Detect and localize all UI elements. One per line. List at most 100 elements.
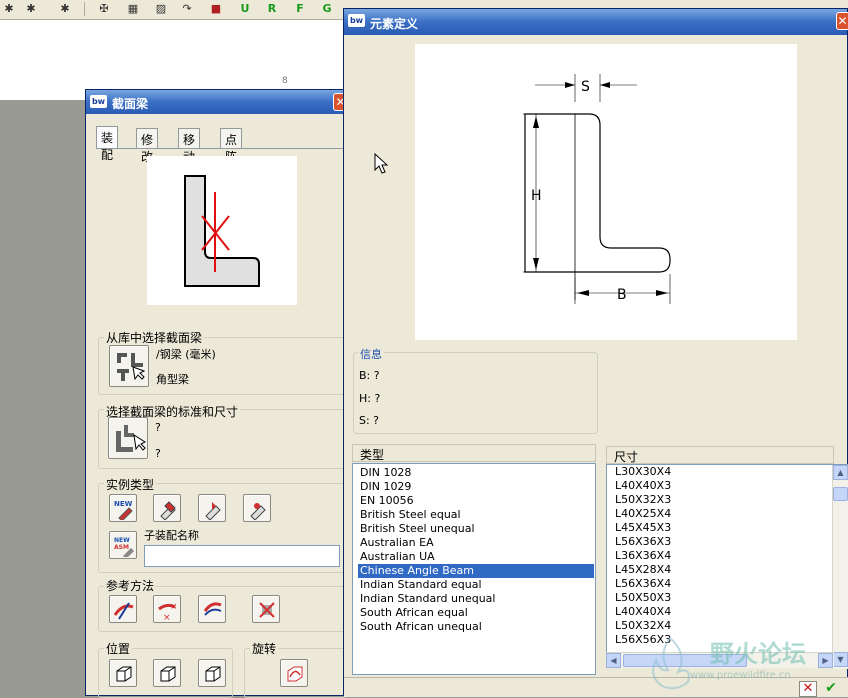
size-list-header[interactable]: 尺寸 bbox=[606, 446, 834, 464]
app-logo-icon: bw bbox=[348, 14, 365, 27]
standard-value: ? bbox=[155, 421, 161, 434]
app-logo-icon: bw bbox=[90, 95, 107, 108]
tab-point-array[interactable]: 点阵列 bbox=[220, 128, 243, 181]
list-item[interactable]: Indian Standard equal bbox=[358, 578, 594, 592]
angle-beam-preview-icon bbox=[184, 175, 260, 287]
list-item[interactable]: L30X30X4 bbox=[615, 465, 671, 479]
element-window-titlebar[interactable]: bw 元素定义 ✕ bbox=[344, 9, 848, 35]
instance-link-button[interactable] bbox=[243, 494, 271, 522]
list-item[interactable]: L45X45X3 bbox=[615, 521, 671, 535]
list-item-selected[interactable]: Chinese Angle Beam bbox=[358, 564, 594, 578]
two-point-reference-icon: × × bbox=[158, 602, 178, 621]
element-definition-window: bw 元素定义 ✕ S H B 信息 B: ? H: ? S: ? 类型 DIN… bbox=[343, 8, 848, 697]
toolbar-tool-icon[interactable]: ▨ bbox=[152, 1, 170, 17]
scroll-left-icon[interactable]: ◀ bbox=[606, 653, 621, 668]
list-item[interactable]: L45X28X4 bbox=[615, 563, 671, 577]
new-instance-button[interactable]: NEW bbox=[109, 494, 137, 522]
library-group-title: 从库中选择截面梁 bbox=[104, 329, 205, 346]
asm-tag: ASM bbox=[114, 544, 129, 551]
list-item[interactable]: British Steel unequal bbox=[358, 522, 594, 536]
list-item[interactable]: Australian UA bbox=[358, 550, 594, 564]
type-list-header[interactable]: 类型 bbox=[352, 444, 596, 462]
type-list[interactable]: DIN 1028 DIN 1029 EN 10056 British Steel… bbox=[352, 463, 596, 675]
list-item[interactable]: L40X40X4 bbox=[615, 605, 671, 619]
list-item[interactable]: South African unequal bbox=[358, 620, 594, 634]
toolbar-f-icon[interactable]: F bbox=[291, 1, 309, 17]
info-title: 信息 bbox=[358, 346, 384, 362]
reference-method-title: 参考方法 bbox=[104, 577, 157, 594]
watermark-url: www.proewildfire.cn bbox=[690, 670, 791, 681]
beam-library-icon bbox=[117, 353, 146, 381]
instance-type-title: 实例类型 bbox=[104, 476, 157, 493]
tab-modify[interactable]: 修改 bbox=[136, 128, 159, 164]
toolbar-u-icon[interactable]: U bbox=[236, 1, 254, 17]
toolbar-tool-icon[interactable]: ▦ bbox=[124, 1, 142, 17]
list-item[interactable]: L36X36X4 bbox=[615, 549, 671, 563]
sub-assembly-name-input[interactable] bbox=[144, 545, 340, 567]
cube-position-icon bbox=[205, 666, 221, 682]
reference-disabled-button[interactable] bbox=[252, 595, 280, 623]
toolbar-r-icon[interactable]: R bbox=[263, 1, 281, 17]
beam-panel-titlebar[interactable]: bw 截面梁 ✕ bbox=[86, 90, 347, 114]
toolbar-tool-icon[interactable]: ✱ bbox=[22, 1, 40, 17]
tab-body-line bbox=[96, 148, 346, 149]
position-option-3-button[interactable] bbox=[198, 659, 226, 687]
toolbar-tool-icon[interactable]: ✱ bbox=[0, 1, 18, 17]
list-item[interactable]: L40X40X3 bbox=[615, 479, 671, 493]
tab-assemble[interactable]: 装配 bbox=[96, 126, 119, 162]
dim-h-label: H bbox=[531, 188, 542, 204]
rotate-button[interactable] bbox=[280, 659, 308, 687]
toolbar-g-icon[interactable]: G bbox=[318, 1, 336, 17]
beam-panel-title: 截面梁 bbox=[112, 97, 149, 111]
watermark-text: 野火论坛 bbox=[710, 640, 806, 668]
new-tag: NEW bbox=[114, 537, 130, 544]
toolbar-tool-icon[interactable]: ↷ bbox=[178, 1, 196, 17]
flame-logo-icon bbox=[652, 636, 690, 690]
scroll-thumb[interactable] bbox=[833, 487, 848, 501]
list-item[interactable]: L50X32X3 bbox=[615, 493, 671, 507]
list-item[interactable]: British Steel equal bbox=[358, 508, 594, 522]
reference-points-button[interactable]: × × bbox=[153, 595, 181, 623]
reference-surface-button[interactable] bbox=[198, 595, 226, 623]
list-item[interactable]: DIN 1029 bbox=[358, 480, 594, 494]
library-browse-button[interactable] bbox=[109, 345, 149, 387]
scroll-up-icon[interactable]: ▲ bbox=[833, 465, 848, 480]
list-item[interactable]: L56X36X3 bbox=[615, 535, 671, 549]
rotate-cube-icon bbox=[287, 666, 303, 682]
list-item[interactable]: Australian EA bbox=[358, 536, 594, 550]
library-path: /钢梁 (毫米) bbox=[156, 348, 216, 361]
position-option-1-button[interactable] bbox=[109, 659, 137, 687]
position-option-2-button[interactable] bbox=[153, 659, 181, 687]
rotation-title: 旋转 bbox=[250, 640, 279, 657]
no-reference-icon bbox=[259, 602, 275, 618]
select-standard-button[interactable] bbox=[108, 417, 148, 459]
list-item[interactable]: L56X36X4 bbox=[615, 577, 671, 591]
reference-curve-button[interactable] bbox=[109, 595, 137, 623]
new-sub-assembly-button[interactable]: NEW ASM bbox=[109, 531, 137, 559]
svg-text:×: × bbox=[163, 613, 171, 621]
cube-position-icon bbox=[160, 666, 176, 682]
list-item[interactable]: L40X25X4 bbox=[615, 507, 671, 521]
tab-move[interactable]: 移动 bbox=[178, 128, 201, 164]
element-window-title: 元素定义 bbox=[370, 17, 419, 31]
cube-position-icon bbox=[116, 666, 132, 682]
surface-reference-icon bbox=[203, 602, 222, 616]
list-item[interactable]: EN 10056 bbox=[358, 494, 594, 508]
info-h: H: ? bbox=[359, 392, 381, 405]
list-item[interactable]: L50X50X3 bbox=[615, 591, 671, 605]
toolbar-color-icon[interactable]: ■ bbox=[207, 1, 225, 17]
close-icon[interactable]: ✕ bbox=[836, 12, 848, 30]
beam-link-icon bbox=[250, 503, 266, 520]
new-part-icon: NEW bbox=[114, 500, 133, 520]
toolbar-tool-icon[interactable]: ✱ bbox=[56, 1, 74, 17]
toolbar-tool-icon[interactable]: ✠ bbox=[95, 1, 113, 17]
graphics-area[interactable] bbox=[0, 20, 348, 100]
beam-mirror-icon bbox=[205, 502, 221, 520]
instance-copy-button[interactable] bbox=[153, 494, 181, 522]
new-assembly-icon: NEW ASM bbox=[114, 537, 134, 557]
instance-mirror-button[interactable] bbox=[198, 494, 226, 522]
sub-assembly-label: 子装配名称 bbox=[144, 529, 199, 542]
list-item[interactable]: South African equal bbox=[358, 606, 594, 620]
list-item[interactable]: Indian Standard unequal bbox=[358, 592, 594, 606]
list-item[interactable]: DIN 1028 bbox=[358, 466, 594, 480]
